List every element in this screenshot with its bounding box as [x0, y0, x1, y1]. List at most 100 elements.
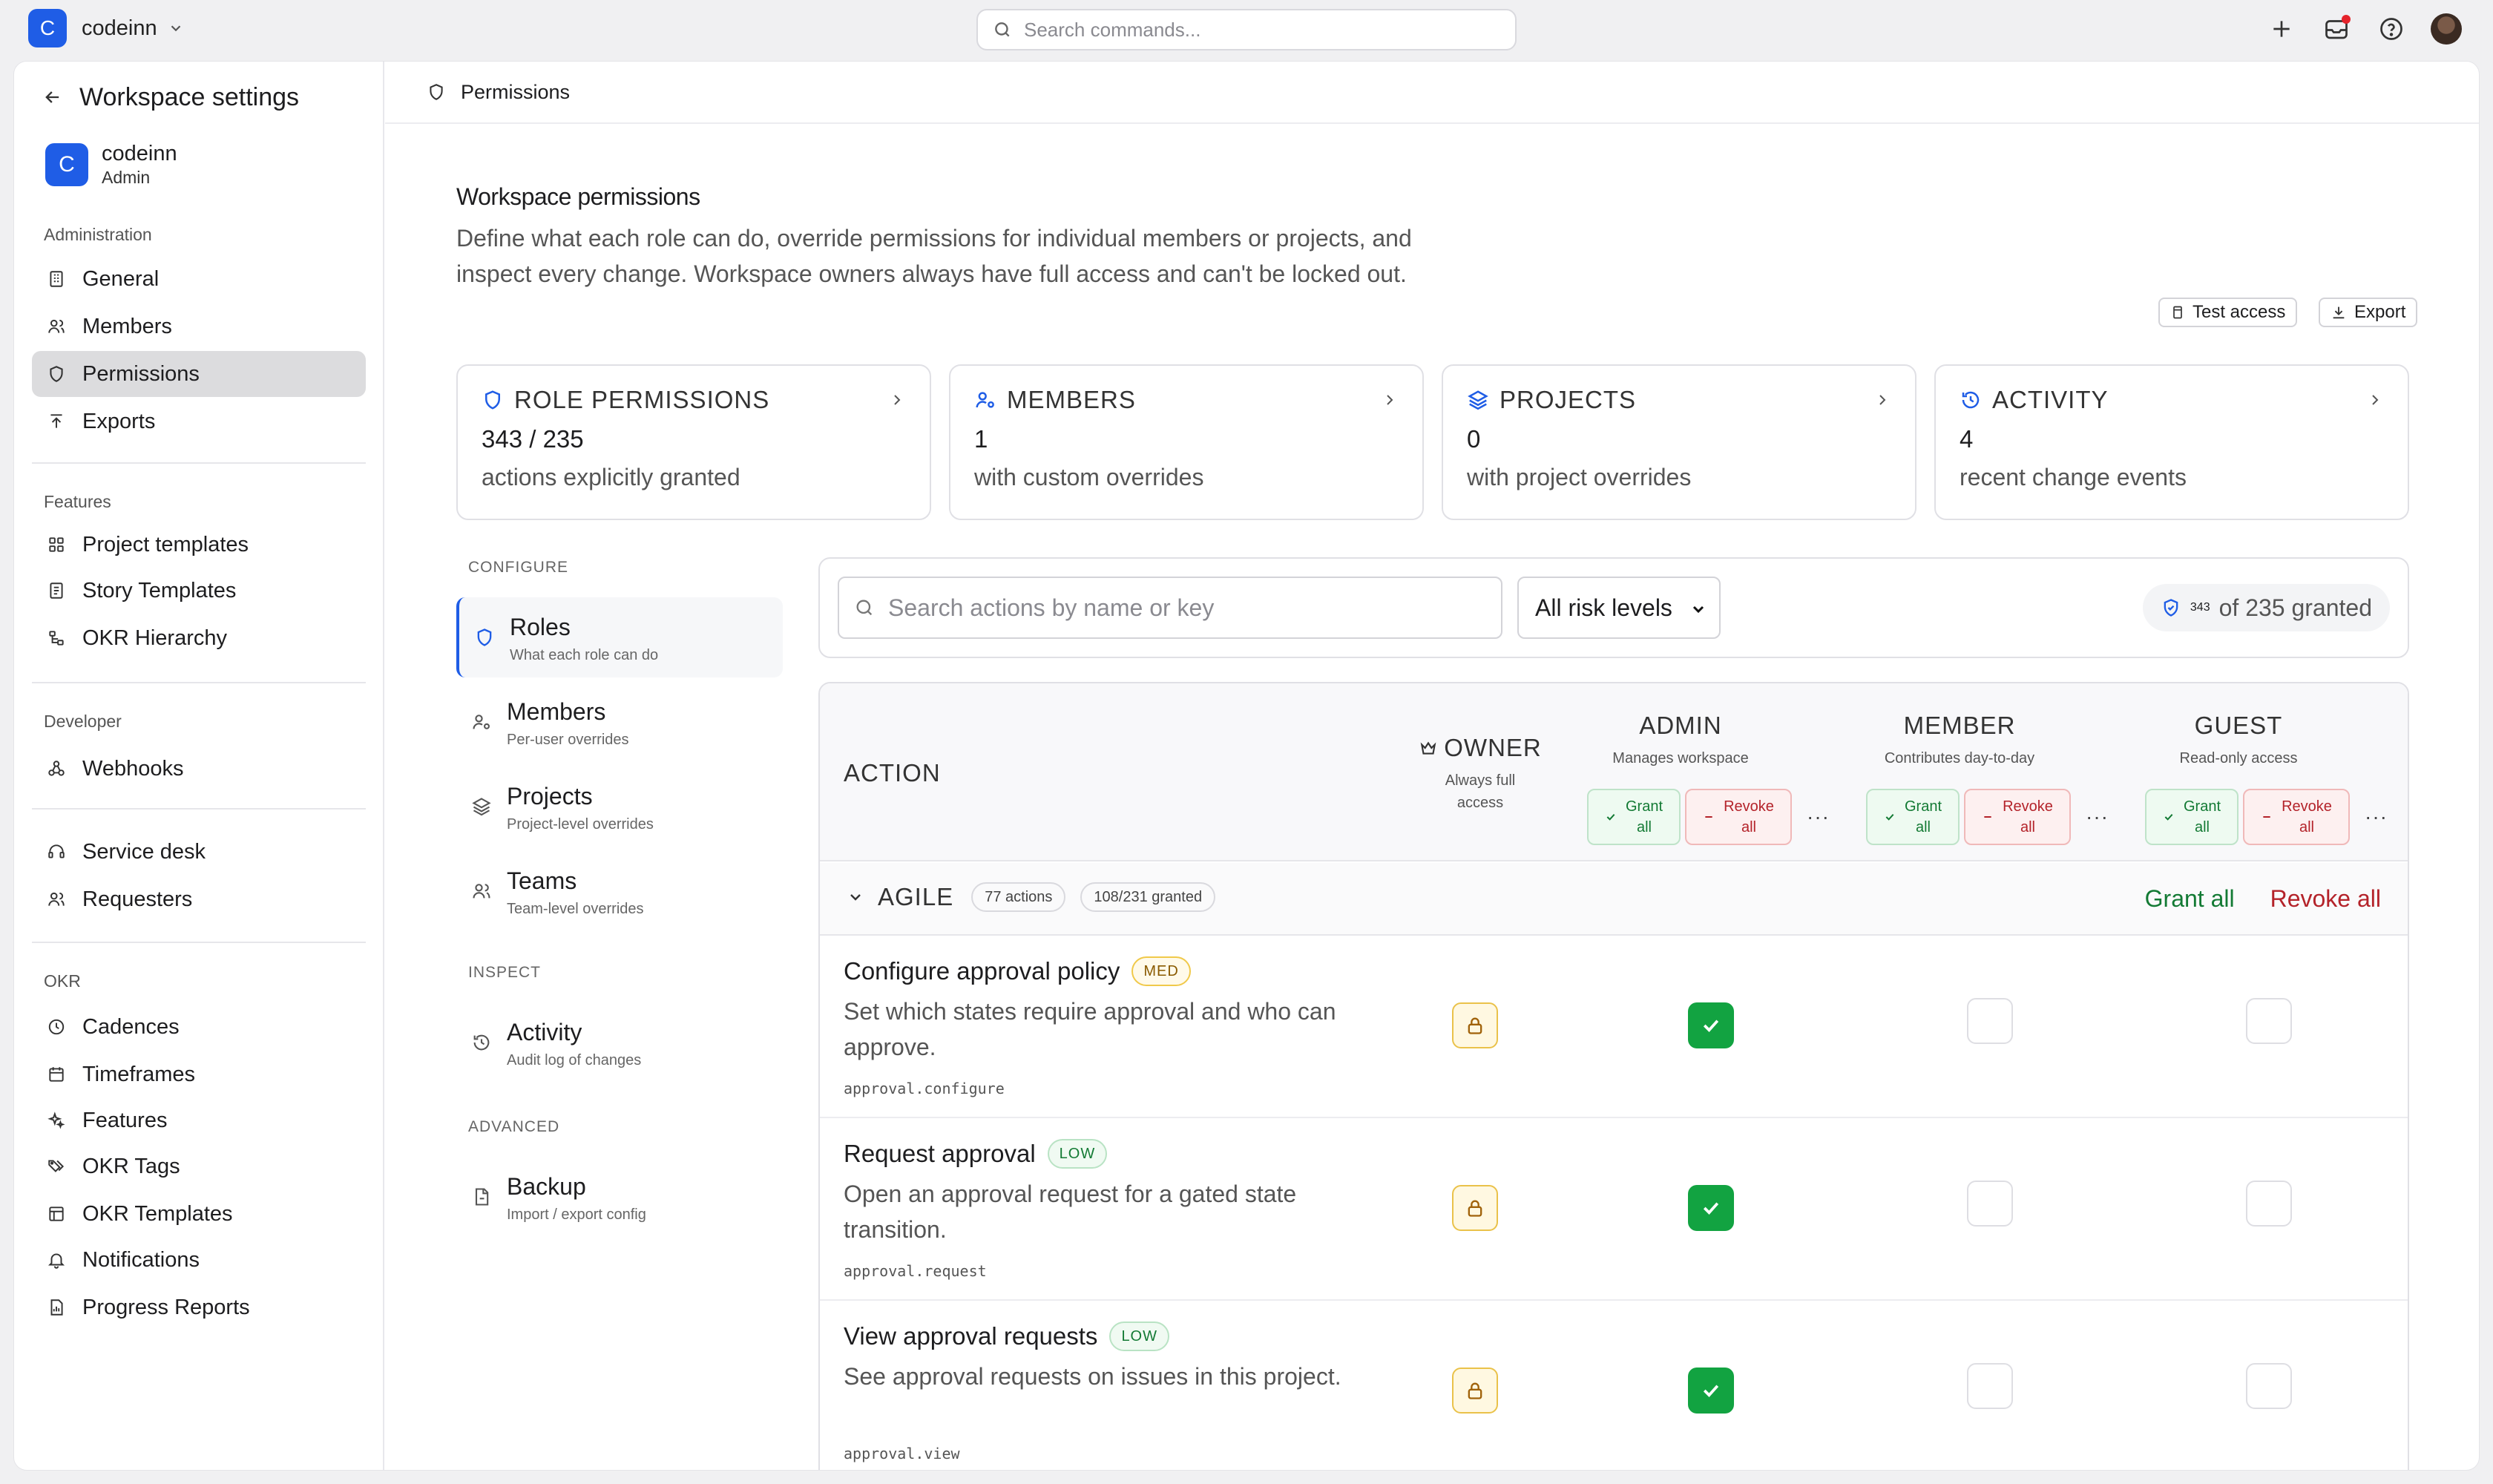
- guest-permission-checkbox[interactable]: [2246, 998, 2292, 1044]
- sidebar-item-requesters[interactable]: Requesters: [32, 876, 366, 922]
- admin-permission-checkbox[interactable]: [1688, 1185, 1734, 1231]
- sidebar-item-features[interactable]: Features: [32, 1097, 366, 1143]
- search-icon: [856, 600, 873, 616]
- member-permission-checkbox[interactable]: [1967, 1181, 2013, 1227]
- card-subtitle: recent change events: [1960, 464, 2187, 490]
- member-bulk-actions: Grant all Revoke all ···: [1866, 789, 2109, 845]
- section-advanced: ADVANCED: [468, 1118, 560, 1135]
- config-nav-projects[interactable]: Projects Project-level overrides: [456, 766, 783, 847]
- config-nav-roles[interactable]: Roles What each role can do: [456, 597, 783, 677]
- guest-revoke-all-button[interactable]: Revoke all: [2243, 789, 2350, 845]
- back-to-workspace[interactable]: Workspace settings: [42, 79, 299, 115]
- sidebar-item-general[interactable]: General: [32, 256, 366, 302]
- config-nav-members[interactable]: Members Per-user overrides: [456, 682, 783, 762]
- sidebar-item-story-templates[interactable]: Story Templates: [32, 568, 366, 614]
- admin-revoke-all-button[interactable]: Revoke all: [1685, 789, 1792, 845]
- table-row: View approval requests LOW See approval r…: [820, 1301, 2408, 1470]
- crown-icon: [1420, 741, 1436, 755]
- history-icon: [473, 1034, 490, 1051]
- sidebar-item-timeframes[interactable]: Timeframes: [32, 1051, 366, 1097]
- sidebar-item-okr-hierarchy[interactable]: OKR Hierarchy: [32, 615, 366, 661]
- group-revoke-all-link[interactable]: Revoke all: [2270, 885, 2381, 913]
- admin-permission-checkbox[interactable]: [1688, 1002, 1734, 1048]
- member-permission-checkbox[interactable]: [1967, 998, 2013, 1044]
- inbox-icon[interactable]: [2319, 12, 2354, 46]
- headset-icon: [48, 844, 65, 858]
- action-key: approval.configure: [844, 1080, 1005, 1097]
- nav-subtitle: Audit log of changes: [507, 1052, 642, 1068]
- chevron-right-icon: [1879, 395, 1886, 405]
- card-role-permissions[interactable]: ROLE PERMISSIONS 343 / 235 actions expli…: [456, 364, 931, 520]
- button-label: Revoke all: [2282, 798, 2332, 835]
- webhook-icon: [48, 761, 65, 776]
- action-column-header: ACTION: [844, 759, 941, 787]
- member-grant-all-button[interactable]: Grant all: [1866, 789, 1960, 845]
- bell-icon: [47, 1253, 65, 1269]
- role-owner-header: OWNER Always full access: [1406, 734, 1554, 814]
- page-title: Workspace permissions: [456, 183, 700, 210]
- chevron-down-icon: [850, 894, 861, 901]
- config-nav-backup[interactable]: Backup Import / export config: [456, 1157, 783, 1237]
- check-icon: [1703, 1385, 1719, 1397]
- chevron-right-icon: [2372, 395, 2379, 405]
- divider: [32, 682, 366, 683]
- shield-icon: [50, 366, 63, 382]
- guest-permission-checkbox[interactable]: [2246, 1363, 2292, 1409]
- config-nav-teams[interactable]: Teams Team-level overrides: [456, 851, 783, 931]
- card-subtitle: with project overrides: [1467, 464, 1692, 490]
- card-activity[interactable]: ACTIVITY 4 recent change events: [1934, 364, 2409, 520]
- member-revoke-all-button[interactable]: Revoke all: [1964, 789, 2071, 845]
- sidebar-item-label: Cadences: [82, 1014, 180, 1039]
- report-icon: [50, 1299, 63, 1316]
- sidebar-item-members[interactable]: Members: [32, 303, 366, 349]
- guest-permission-checkbox[interactable]: [2246, 1181, 2292, 1227]
- action-name: Request approval: [844, 1140, 1036, 1167]
- sidebar-item-okr-tags[interactable]: OKR Tags: [32, 1143, 366, 1189]
- export-button[interactable]: Export: [2319, 298, 2418, 327]
- sidebar-item-cadences[interactable]: Cadences: [32, 1004, 366, 1050]
- card-projects[interactable]: PROJECTS 0 with project overrides: [1442, 364, 1916, 520]
- sidebar-item-permissions[interactable]: Permissions: [32, 351, 366, 397]
- guest-grant-all-button[interactable]: Grant all: [2145, 789, 2239, 845]
- command-search[interactable]: Search commands...: [976, 9, 1517, 50]
- sidebar-item-label: Members: [82, 314, 172, 338]
- sidebar-item-exports[interactable]: Exports: [32, 398, 366, 444]
- guest-more-button[interactable]: ···: [2365, 805, 2388, 829]
- group-toggle[interactable]: AGILE 77 actions 108/231 granted: [847, 882, 1216, 912]
- user-avatar[interactable]: [2429, 12, 2463, 46]
- breadcrumb: Permissions: [385, 62, 2479, 124]
- sidebar-item-service-desk[interactable]: Service desk: [32, 829, 366, 875]
- admin-more-button[interactable]: ···: [1807, 805, 1830, 829]
- member-more-button[interactable]: ···: [2086, 805, 2109, 829]
- sidebar-item-label: OKR Templates: [82, 1201, 233, 1226]
- risk-level-select[interactable]: All risk levels: [1517, 577, 1721, 639]
- admin-permission-checkbox[interactable]: [1688, 1368, 1734, 1414]
- group-grant-all-link[interactable]: Grant all: [2145, 885, 2235, 913]
- admin-bulk-actions: Grant all Revoke all ···: [1587, 789, 1830, 845]
- card-title: ROLE PERMISSIONS: [514, 386, 770, 413]
- export-label: Export: [2354, 302, 2406, 322]
- config-nav-activity[interactable]: Activity Audit log of changes: [456, 1002, 783, 1083]
- section-features: Features: [44, 492, 111, 511]
- users-icon: [48, 892, 65, 906]
- search-actions-input[interactable]: Search actions by name or key: [838, 577, 1502, 639]
- admin-grant-all-button[interactable]: Grant all: [1587, 789, 1681, 845]
- check-icon: [2164, 813, 2173, 821]
- sidebar-item-progress-reports[interactable]: Progress Reports: [32, 1284, 366, 1330]
- hierarchy-icon: [49, 631, 64, 646]
- test-access-button[interactable]: Test access: [2158, 298, 2298, 327]
- help-icon[interactable]: [2374, 12, 2408, 46]
- sidebar-item-okr-templates[interactable]: OKR Templates: [32, 1191, 366, 1237]
- nav-title: Members: [507, 698, 606, 725]
- sidebar-item-notifications[interactable]: Notifications: [32, 1237, 366, 1283]
- minus-icon: [1984, 816, 1991, 818]
- sidebar-workspace: C codeinn Admin: [45, 142, 177, 188]
- sidebar-item-webhooks[interactable]: Webhooks: [32, 746, 366, 792]
- workspace-switcher[interactable]: C codeinn: [28, 9, 184, 47]
- member-permission-checkbox[interactable]: [1967, 1363, 2013, 1409]
- card-members[interactable]: MEMBERS 1 with custom overrides: [949, 364, 1424, 520]
- sidebar: Workspace settings C codeinn Admin Admin…: [14, 62, 384, 1470]
- risk-badge: MED: [1131, 956, 1191, 986]
- sidebar-item-project-templates[interactable]: Project templates: [32, 522, 366, 568]
- plus-icon[interactable]: [2264, 12, 2299, 46]
